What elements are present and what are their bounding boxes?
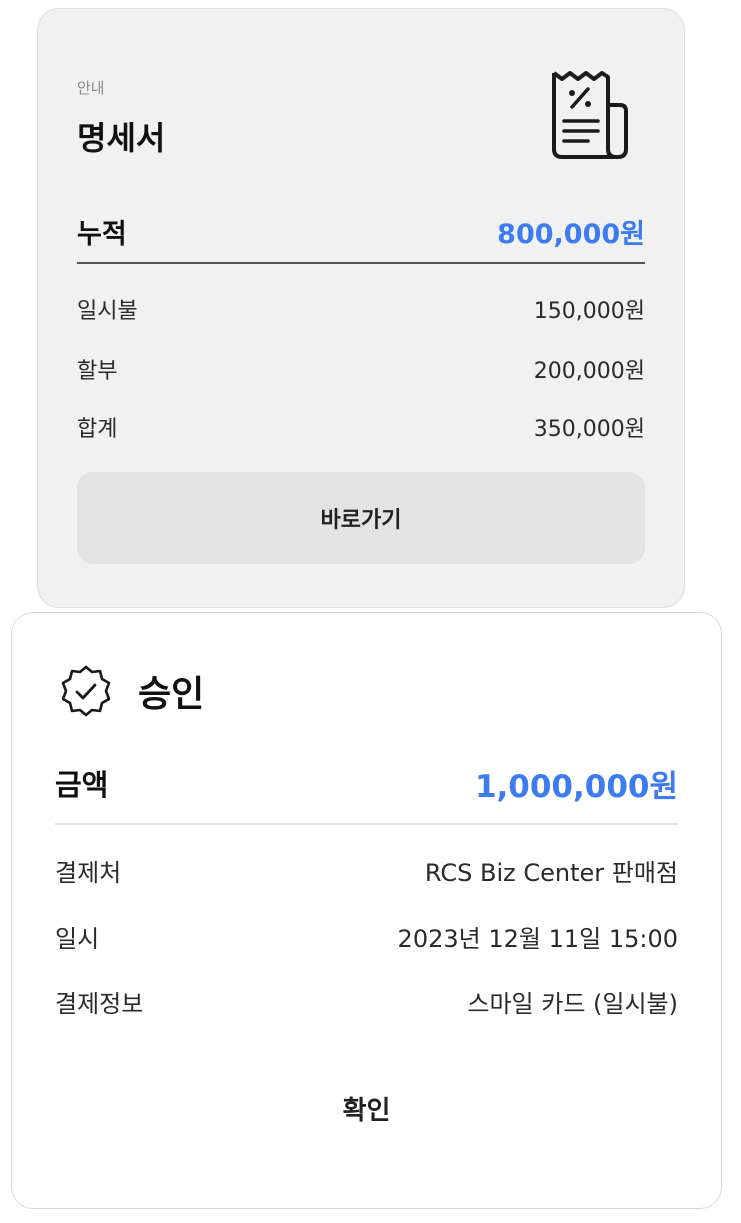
approval-item-value: 2023년 12월 11일 15:00 [397, 924, 678, 953]
statement-divider [77, 262, 645, 264]
statement-item-label: 할부 [77, 359, 118, 384]
approval-item-row: 결제처 RCS Biz Center 판매점 [55, 849, 678, 891]
statement-item-row: 합계 350,000원 [77, 407, 645, 447]
statement-item-value: 350,000원 [533, 417, 645, 442]
approval-divider [55, 823, 678, 825]
approval-title: 승인 [138, 674, 205, 715]
approval-item-row: 결제정보 스마일 카드 (일시불) [55, 980, 678, 1022]
statement-title: 명세서 [77, 119, 166, 157]
go-to-button[interactable]: 바로가기 [77, 472, 645, 564]
statement-total-label: 누적 [77, 218, 127, 250]
approval-item-label: 일시 [55, 924, 100, 953]
statement-item-value: 200,000원 [533, 359, 645, 384]
statement-item-row: 할부 200,000원 [77, 349, 645, 389]
approval-item-value: RCS Biz Center 판매점 [424, 858, 678, 887]
approval-amount-row: 금액 1,000,000원 [55, 759, 678, 807]
approval-card: 승인 금액 1,000,000원 결제처 RCS Biz Center 판매점 … [11, 612, 722, 1209]
approval-item-label: 결제정보 [55, 989, 144, 1018]
statement-item-label: 일시불 [77, 299, 138, 324]
approval-item-value: 스마일 카드 (일시불) [467, 989, 678, 1018]
statement-total-row: 누적 800,000원 [77, 209, 645, 253]
approval-amount-value: 1,000,000원 [474, 768, 678, 805]
statement-total-value: 800,000원 [497, 218, 645, 250]
statement-card: 안내 명세서 누적 800,000원 일시불 150,000원 할부 200,0… [37, 8, 685, 608]
statement-caption: 안내 [77, 79, 105, 97]
statement-item-row: 일시불 150,000원 [77, 289, 645, 329]
approval-item-row: 일시 2023년 12월 11일 15:00 [55, 915, 678, 957]
verified-badge-check-icon [61, 665, 111, 717]
approval-item-label: 결제처 [55, 858, 122, 887]
confirm-button[interactable]: 확인 [12, 1078, 721, 1138]
statement-item-value: 150,000원 [533, 299, 645, 324]
approval-amount-label: 금액 [55, 768, 109, 802]
statement-item-label: 합계 [77, 417, 118, 442]
receipt-percent-icon [552, 71, 628, 159]
